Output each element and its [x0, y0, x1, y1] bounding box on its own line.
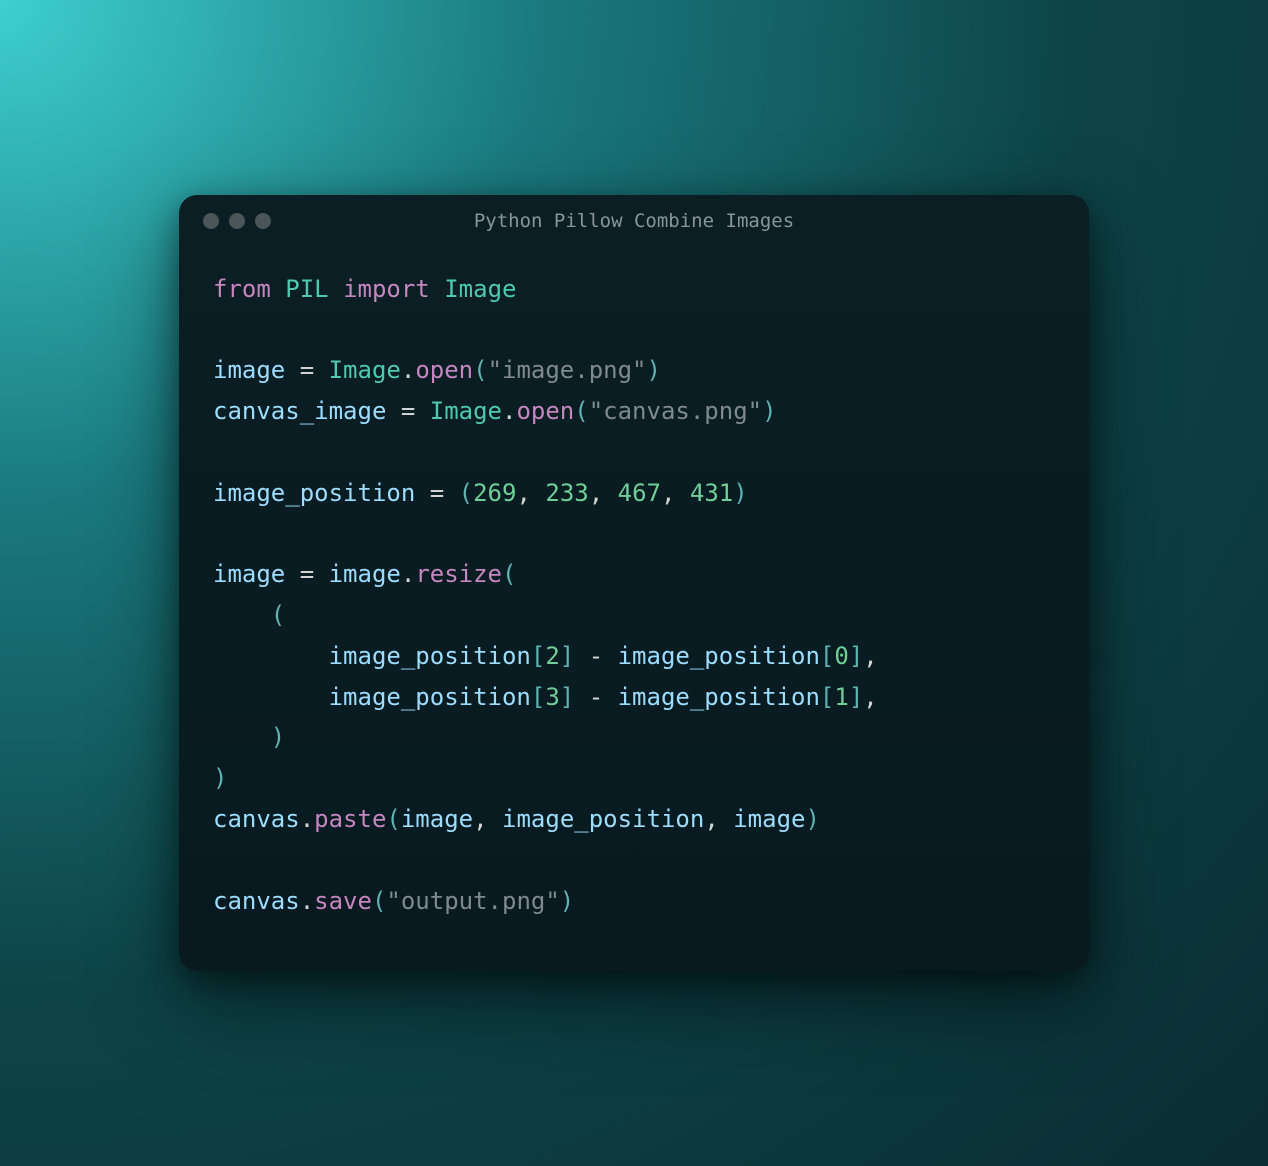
num-269: 269	[473, 479, 516, 507]
keyword-from: from	[213, 275, 271, 303]
paren-open: (	[372, 887, 386, 915]
op-minus: -	[574, 642, 617, 670]
dot: .	[502, 397, 516, 425]
op-eq: =	[285, 560, 328, 588]
bracket-close: ]	[849, 683, 863, 711]
func-open: open	[415, 356, 473, 384]
func-resize: resize	[415, 560, 502, 588]
var-image: image	[213, 560, 285, 588]
paren-open: (	[473, 356, 487, 384]
var-image: image	[733, 805, 805, 833]
var-image-position: image_position	[329, 683, 531, 711]
bracket-open: [	[820, 683, 834, 711]
num-431: 431	[690, 479, 733, 507]
code-content[interactable]: from PIL import Image image = Image.open…	[213, 269, 1055, 922]
titlebar: Python Pillow Combine Images	[179, 195, 1089, 239]
dot: .	[401, 560, 415, 588]
op-minus: -	[574, 683, 617, 711]
op-eq: =	[285, 356, 328, 384]
module-pil: PIL	[285, 275, 328, 303]
bracket-open: [	[531, 642, 545, 670]
maximize-icon[interactable]	[255, 213, 271, 229]
comma: ,	[589, 479, 618, 507]
var-image-position: image_position	[329, 642, 531, 670]
num-233: 233	[545, 479, 588, 507]
dot: .	[300, 805, 314, 833]
bracket-close: ]	[560, 642, 574, 670]
bracket-open: [	[531, 683, 545, 711]
num-0: 0	[834, 642, 848, 670]
var-image-position: image_position	[213, 479, 415, 507]
var-image-position: image_position	[502, 805, 704, 833]
window-title: Python Pillow Combine Images	[179, 210, 1089, 232]
code-area[interactable]: from PIL import Image image = Image.open…	[179, 239, 1089, 972]
bracket-close: ]	[560, 683, 574, 711]
string-image-png: "image.png"	[488, 356, 647, 384]
paren-close: )	[271, 723, 285, 751]
var-image: image	[213, 356, 285, 384]
traffic-lights	[203, 213, 271, 229]
num-467: 467	[618, 479, 661, 507]
num-2: 2	[545, 642, 559, 670]
paren-open: (	[271, 601, 285, 629]
class-image: Image	[430, 397, 502, 425]
op-eq: =	[415, 479, 458, 507]
paren-close: )	[805, 805, 819, 833]
dot: .	[300, 887, 314, 915]
class-image: Image	[329, 356, 401, 384]
func-paste: paste	[314, 805, 386, 833]
num-3: 3	[545, 683, 559, 711]
minimize-icon[interactable]	[229, 213, 245, 229]
paren-close: )	[733, 479, 747, 507]
comma: ,	[704, 805, 733, 833]
func-open: open	[516, 397, 574, 425]
dot: .	[401, 356, 415, 384]
op-eq: =	[386, 397, 429, 425]
var-canvas-image: canvas_image	[213, 397, 386, 425]
paren-open: (	[574, 397, 588, 425]
var-canvas: canvas	[213, 805, 300, 833]
comma: ,	[473, 805, 502, 833]
paren-close: )	[762, 397, 776, 425]
var-image-position: image_position	[618, 642, 820, 670]
keyword-import: import	[343, 275, 430, 303]
class-image: Image	[444, 275, 516, 303]
var-image: image	[329, 560, 401, 588]
paren-open: (	[459, 479, 473, 507]
bracket-close: ]	[849, 642, 863, 670]
paren-open: (	[502, 560, 516, 588]
paren-open: (	[386, 805, 400, 833]
bracket-open: [	[820, 642, 834, 670]
var-image: image	[401, 805, 473, 833]
comma-trail: ,	[863, 642, 877, 670]
comma: ,	[661, 479, 690, 507]
string-output-png: "output.png"	[386, 887, 559, 915]
num-1: 1	[834, 683, 848, 711]
var-image-position: image_position	[618, 683, 820, 711]
comma-trail: ,	[863, 683, 877, 711]
paren-close: )	[213, 764, 227, 792]
comma: ,	[516, 479, 545, 507]
close-icon[interactable]	[203, 213, 219, 229]
string-canvas-png: "canvas.png"	[589, 397, 762, 425]
paren-close: )	[647, 356, 661, 384]
var-canvas: canvas	[213, 887, 300, 915]
code-window: Python Pillow Combine Images from PIL im…	[179, 195, 1089, 972]
paren-close: )	[560, 887, 574, 915]
func-save: save	[314, 887, 372, 915]
